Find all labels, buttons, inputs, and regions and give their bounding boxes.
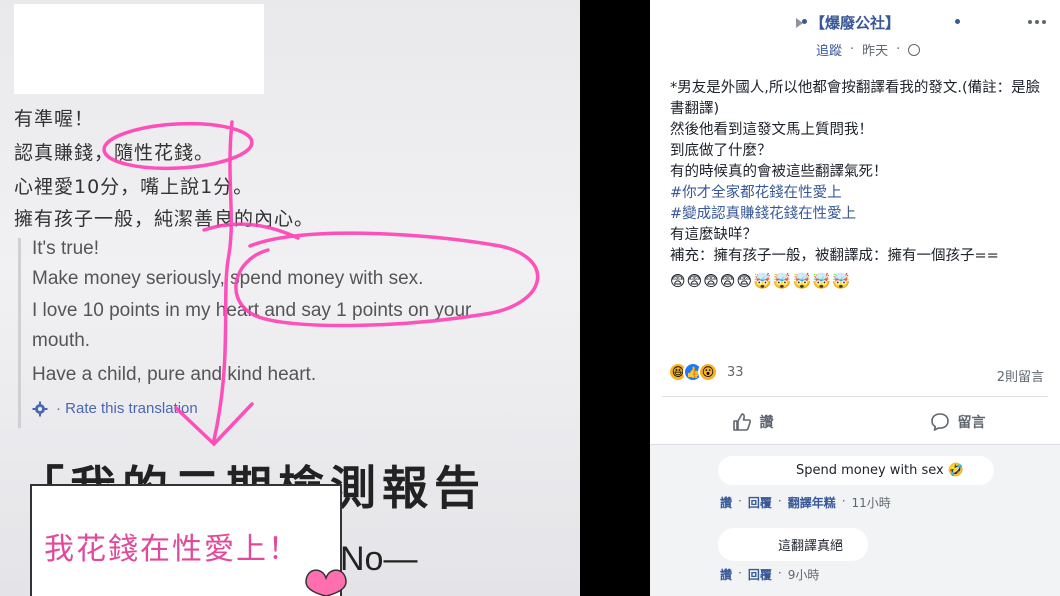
comments-count-link[interactable]: 2則留言 [997, 366, 1044, 385]
dot-icon [955, 19, 960, 24]
wow-reaction-icon: 😮 [698, 362, 718, 382]
post-line: 到底做了什麼？ [670, 143, 772, 159]
like-button[interactable]: 讚 [650, 404, 855, 440]
reaction-count: 33 [727, 364, 744, 380]
reactions-summary[interactable]: 😆 👍 😮 33 [668, 362, 744, 382]
more-dot-icon [1028, 20, 1032, 24]
dot-icon [802, 19, 807, 24]
separator: · [850, 42, 855, 57]
like-label: 讚 [759, 415, 774, 431]
more-options-button[interactable] [1028, 20, 1046, 24]
post-meta: 追蹤 · 昨天 · [816, 40, 921, 59]
comment-meta: 讚 · 回覆 · 9小時 [720, 566, 819, 583]
post-line: 然後他看到這發文馬上質問我！ [670, 122, 873, 138]
page-name-link[interactable]: 【爆廢公社】 [810, 12, 900, 33]
separator: · [738, 566, 742, 580]
comment-bubble: 這翻譯真絕 [718, 528, 868, 561]
comment-time[interactable]: 9小時 [788, 566, 820, 583]
separator: · [896, 42, 901, 57]
separator: · [738, 494, 742, 508]
post-time[interactable]: 昨天 [862, 40, 888, 59]
divider [662, 396, 1048, 397]
post-body: *男友是外國人,所以他都會按翻譯看我的發文.(備註：是臉書翻譯) 然後他看到這發… [670, 78, 1050, 292]
post-line: 有這麼缺咩？ [670, 227, 757, 243]
thumbs-up-icon [732, 413, 751, 431]
comment-like-link[interactable]: 讚 [720, 566, 732, 583]
highlight-circle-en [234, 231, 540, 328]
highlight-scribbles [102, 120, 540, 596]
post-line: 補充：擁有孩子一般，被翻譯成：擁有一個孩子== [670, 248, 999, 264]
comment-time[interactable]: 11小時 [852, 494, 891, 511]
comment-reply-link[interactable]: 回覆 [748, 566, 772, 583]
comment-text: 這翻譯真絕 [778, 539, 844, 554]
speech-bubble-icon [930, 413, 949, 431]
more-dot-icon [1035, 20, 1039, 24]
heart-icon [305, 569, 347, 596]
action-bar: 讚 留言 [650, 404, 1060, 440]
comment-text: Spend money with sex 🤣 [796, 463, 965, 478]
separator: · [777, 494, 782, 508]
hashtag-link[interactable]: #你才全家都花錢在性愛上 [670, 183, 1050, 204]
post-header: 【爆廢公社】 追蹤 · 昨天 · [650, 6, 1060, 62]
comment-button[interactable]: 留言 [855, 404, 1060, 440]
arrow-line-down [212, 120, 234, 442]
hashtag-link[interactable]: #變成認真賺錢花錢在性愛上 [670, 204, 1050, 225]
comment-reply-link[interactable]: 回覆 [748, 494, 772, 511]
follow-button[interactable]: 追蹤 [816, 40, 842, 59]
post-line: 有的時候真的會被這些翻譯氣死！ [670, 164, 888, 180]
photo-image: 有準喔！ 認真賺錢，隨性花錢。 心裡愛10分，嘴上說1分。 擁有孩子一般，純潔善… [0, 0, 580, 596]
comment-bubble: Spend money with sex 🤣 [718, 456, 994, 485]
separator: · [841, 494, 846, 508]
emoji-row: 😨😨😨😨😨🤯🤯🤯🤯🤯 [670, 272, 852, 290]
post-line: *男友是外國人,所以他都會按翻譯看我的發文.(備註：是臉書翻譯) [670, 80, 1041, 117]
comment-translate-link[interactable]: 翻譯年糕 [788, 494, 836, 511]
comment-meta: 讚 · 回覆 · 翻譯年糕 · 11小時 [720, 494, 891, 511]
comment-label: 留言 [957, 415, 986, 431]
facebook-post: 【爆廢公社】 追蹤 · 昨天 · *男友是外國人,所以他都會按翻譯看我的發文.(… [650, 0, 1060, 596]
comment-like-link[interactable]: 讚 [720, 494, 732, 511]
more-dot-icon [1042, 20, 1046, 24]
globe-icon [908, 43, 921, 56]
separator: · [777, 566, 782, 580]
